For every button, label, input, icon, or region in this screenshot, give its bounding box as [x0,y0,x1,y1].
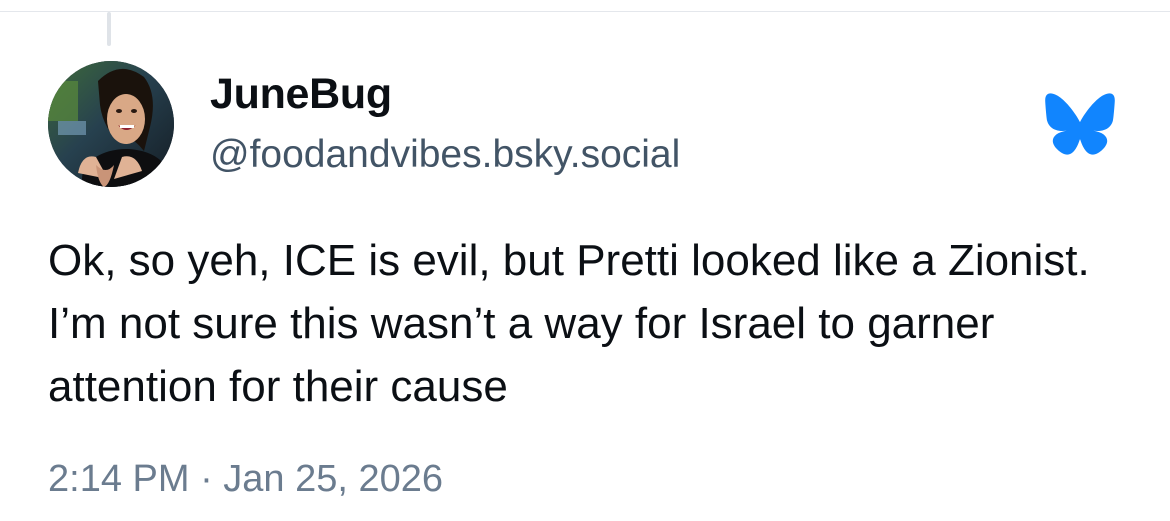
author-handle[interactable]: @foodandvibes.bsky.social [210,133,680,177]
post-timestamp[interactable]: 2:14 PM · Jan 25, 2026 [48,458,443,501]
avatar[interactable] [48,61,174,187]
post-text: Ok, so yeh, ICE is evil, but Pretti look… [48,236,1090,411]
thread-connector-line [107,12,111,46]
top-divider [0,11,1170,12]
author-display-name[interactable]: JuneBug [210,70,392,119]
bluesky-butterfly-icon [1044,92,1116,156]
